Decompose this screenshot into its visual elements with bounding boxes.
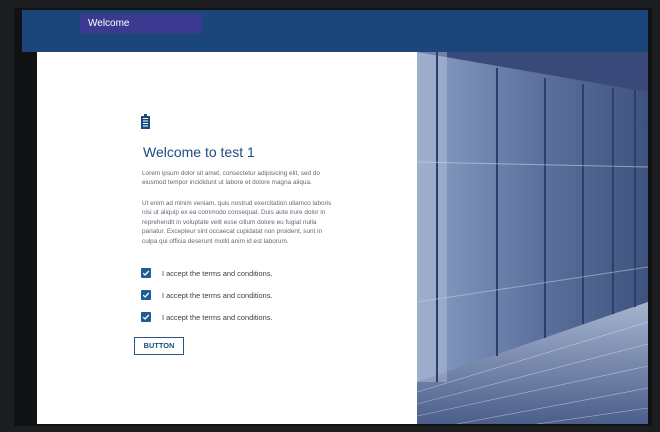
page-title: Welcome to test 1 [143, 144, 255, 160]
checkbox[interactable] [141, 312, 151, 322]
intro-paragraph: Lorem ipsum dolor sit amet, consectetur … [142, 170, 320, 187]
checkbox-label: I accept the terms and conditions. [162, 268, 273, 278]
welcome-panel: Welcome to test 1 Lorem ipsum dolor sit … [37, 52, 417, 424]
checkbox-label: I accept the terms and conditions. [162, 290, 273, 300]
hero-image [417, 52, 648, 424]
body-paragraph: Ut enim ad minim veniam, quis nostrud ex… [142, 200, 332, 245]
terms-checkbox-row[interactable]: I accept the terms and conditions. [141, 289, 273, 301]
terms-checkbox-row[interactable]: I accept the terms and conditions. [141, 311, 273, 323]
primary-button[interactable]: BUTTON [134, 337, 184, 355]
checkbox[interactable] [141, 290, 151, 300]
checkbox-label: I accept the terms and conditions. [162, 312, 273, 322]
checkmark-icon [142, 292, 150, 298]
terms-checkbox-row[interactable]: I accept the terms and conditions. [141, 267, 273, 279]
main-content: Welcome to test 1 Lorem ipsum dolor sit … [37, 52, 648, 424]
header-bar: Welcome [22, 10, 648, 52]
tab-welcome[interactable]: Welcome [80, 14, 202, 33]
checkbox[interactable] [141, 268, 151, 278]
building-icon [141, 114, 150, 129]
checkmark-icon [142, 270, 150, 276]
checkmark-icon [142, 314, 150, 320]
